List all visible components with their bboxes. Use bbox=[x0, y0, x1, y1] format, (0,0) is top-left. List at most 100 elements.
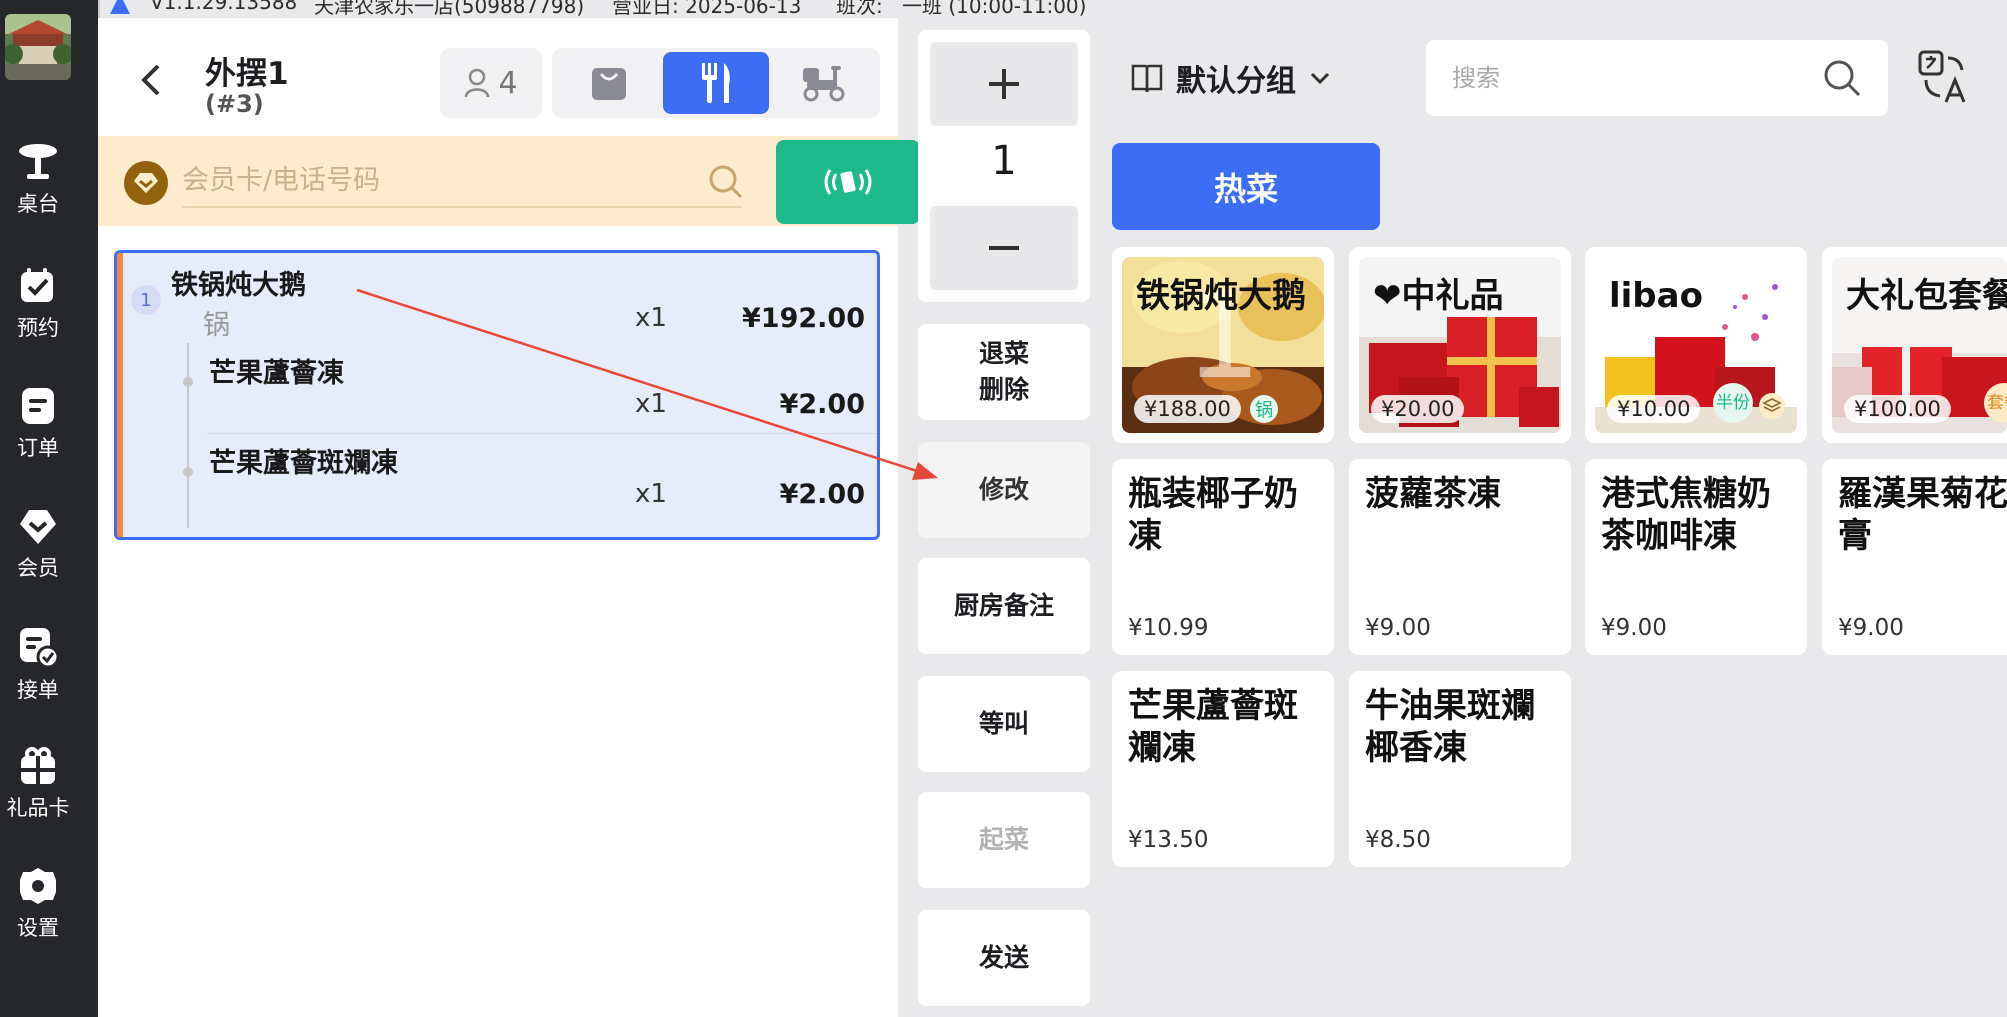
dish-card[interactable]: 牛油果斑斕椰香凍 ¥8.50 bbox=[1349, 671, 1571, 867]
item-unit: 锅 bbox=[203, 310, 230, 341]
dish-price: ¥10.00 bbox=[1607, 395, 1701, 423]
tree-dot bbox=[183, 377, 193, 387]
chevron-down-icon bbox=[1310, 72, 1330, 85]
kitchen-note-button[interactable]: 厨房备注 bbox=[918, 558, 1090, 654]
sidebar-item-label: 礼品卡 bbox=[6, 796, 70, 820]
member-phone-input[interactable] bbox=[182, 154, 742, 208]
sidebar: 桌台 预约 订单 会员 接单 礼品卡 设置 bbox=[0, 0, 98, 1017]
dish-photo: 1 铁锅炖大鹅 ¥188.00 锅 bbox=[1122, 257, 1324, 433]
quantity-stepper: 1 bbox=[918, 30, 1090, 302]
sidebar-item-label: 设置 bbox=[17, 916, 59, 940]
sidebar-item-label: 订单 bbox=[17, 436, 59, 460]
gift-card-icon bbox=[21, 747, 55, 784]
dish-title: libao bbox=[1609, 276, 1703, 316]
store-avatar[interactable] bbox=[5, 14, 71, 80]
accept-order-icon bbox=[20, 628, 59, 668]
sidebar-item-label: 桌台 bbox=[17, 192, 59, 216]
takeaway-mode-button[interactable] bbox=[556, 52, 662, 114]
dish-card[interactable]: 菠蘿茶凍 ¥9.00 bbox=[1349, 459, 1571, 655]
return-delete-button[interactable]: 退菜 删除 bbox=[918, 324, 1090, 420]
category-tab-hot-dishes[interactable]: 热菜 bbox=[1112, 143, 1380, 230]
modify-button[interactable]: 修改 bbox=[918, 442, 1090, 538]
dish-price: ¥9.00 bbox=[1838, 615, 1904, 641]
item-qty: x1 bbox=[635, 303, 667, 333]
sidebar-item-accept-order[interactable]: 接单 bbox=[0, 626, 76, 704]
sidebar-item-member[interactable]: 会员 bbox=[0, 506, 76, 582]
tree-dot bbox=[183, 467, 193, 477]
guest-count-button[interactable]: 4 bbox=[440, 48, 542, 118]
shift-label: 班次: bbox=[836, 0, 883, 18]
dish-card[interactable]: 瓶装椰子奶凍 ¥10.99 bbox=[1112, 459, 1334, 655]
dish-search-input[interactable] bbox=[1452, 56, 1812, 100]
item-name: 铁锅炖大鹅 bbox=[171, 270, 306, 301]
sidebar-item-reservation[interactable]: 预约 bbox=[0, 266, 76, 342]
dish-title: 瓶装椰子奶凍 bbox=[1128, 474, 1298, 556]
dish-card[interactable]: 大礼包套餐 ¥100.00 套餐 bbox=[1822, 247, 2007, 443]
item-qty: x1 bbox=[635, 389, 667, 419]
dish-card[interactable]: libao ¥10.00 半份 bbox=[1585, 247, 1807, 443]
item-name: 芒果蘆薈凍 bbox=[209, 358, 344, 389]
scooter-icon bbox=[803, 66, 845, 102]
dish-search-box bbox=[1426, 40, 1888, 116]
layers-icon bbox=[1759, 393, 1785, 419]
back-icon[interactable] bbox=[136, 60, 166, 100]
wait-call-button[interactable]: 等叫 bbox=[918, 676, 1090, 772]
table-name: 外摆1 bbox=[205, 56, 289, 92]
item-price: ¥2.00 bbox=[779, 479, 865, 510]
decrease-qty-button[interactable] bbox=[930, 206, 1078, 290]
dish-price: ¥9.00 bbox=[1601, 615, 1667, 641]
menu-group-label: 默认分组 bbox=[1176, 64, 1296, 99]
send-button[interactable]: 发送 bbox=[918, 910, 1090, 1006]
delivery-mode-button[interactable] bbox=[770, 52, 876, 114]
sidebar-item-label: 预约 bbox=[17, 316, 59, 340]
item-price: ¥2.00 bbox=[779, 389, 865, 420]
dish-price: ¥10.99 bbox=[1128, 615, 1209, 641]
person-icon bbox=[465, 68, 490, 98]
dish-price: ¥100.00 bbox=[1844, 395, 1951, 423]
dish-card[interactable]: 芒果蘆薈斑斕凍 ¥13.50 bbox=[1112, 671, 1334, 867]
dish-card[interactable]: 羅漢果菊花茯苓膏 ¥9.00 bbox=[1822, 459, 2007, 655]
nfc-read-card-button[interactable] bbox=[776, 140, 920, 224]
dish-photo: ❤中礼品 ¥20.00 bbox=[1359, 257, 1561, 433]
menu-group-select[interactable]: 默认分组 bbox=[1130, 58, 1332, 99]
order-panel: 外摆1 (#3) 4 会员卡/电话号码 1 铁锅炖大鹅 锅 x1 ¥192.00… bbox=[98, 18, 920, 1017]
dish-price: ¥20.00 bbox=[1371, 395, 1465, 423]
dish-title: ❤中礼品 bbox=[1373, 276, 1504, 316]
quantity-value: 1 bbox=[991, 138, 1017, 184]
shift-value: 一班 (10:00-11:00) bbox=[902, 0, 1087, 18]
sidebar-item-gift-card[interactable]: 礼品卡 bbox=[0, 746, 76, 822]
dish-title: 羅漢果菊花茯苓膏 bbox=[1838, 474, 2007, 556]
sidebar-item-orders[interactable]: 订单 bbox=[0, 386, 76, 462]
item-qty: x1 bbox=[635, 479, 667, 509]
minus-icon bbox=[989, 246, 1019, 250]
dish-price: ¥9.00 bbox=[1365, 615, 1431, 641]
start-dish-button[interactable]: 起菜 bbox=[918, 792, 1090, 888]
status-bar: V1.1.29.13588 天津农家乐一店(509887798) 营业日: 20… bbox=[98, 0, 1168, 18]
dine-in-mode-button[interactable] bbox=[663, 52, 769, 114]
dish-tag: 半份 bbox=[1713, 383, 1753, 423]
app-logo-icon bbox=[110, 0, 130, 14]
dish-card[interactable]: ❤中礼品 ¥20.00 bbox=[1349, 247, 1571, 443]
dish-price: ¥188.00 bbox=[1134, 395, 1241, 423]
dish-title: 铁锅炖大鹅 bbox=[1136, 276, 1306, 316]
order-number: (#3) bbox=[205, 90, 264, 118]
dish-card[interactable]: 1 铁锅炖大鹅 ¥188.00 锅 bbox=[1112, 247, 1334, 443]
order-icon bbox=[22, 388, 54, 424]
dish-tag: 锅 bbox=[1250, 395, 1278, 423]
language-translate-icon[interactable] bbox=[1918, 50, 1968, 104]
store-name: 天津农家乐一店(509887798) bbox=[314, 0, 585, 18]
order-item-list: 1 铁锅炖大鹅 锅 x1 ¥192.00 芒果蘆薈凍 x1 ¥2.00 芒果蘆薈… bbox=[114, 250, 880, 540]
search-icon[interactable] bbox=[708, 164, 744, 200]
increase-qty-button[interactable] bbox=[930, 42, 1078, 126]
fork-knife-icon bbox=[702, 63, 730, 103]
guest-count: 4 bbox=[498, 65, 518, 101]
item-index-badge: 1 bbox=[131, 285, 161, 315]
dish-title: 菠蘿茶凍 bbox=[1365, 474, 1501, 514]
sidebar-item-settings[interactable]: 设置 bbox=[0, 866, 76, 942]
plus-icon bbox=[989, 69, 1019, 99]
dish-card[interactable]: 港式焦糖奶茶咖啡凍 ¥9.00 bbox=[1585, 459, 1807, 655]
search-icon[interactable] bbox=[1822, 58, 1862, 98]
sidebar-item-label: 接单 bbox=[17, 678, 59, 702]
sidebar-item-table[interactable]: 桌台 bbox=[0, 142, 76, 218]
dining-mode-group bbox=[552, 48, 880, 118]
